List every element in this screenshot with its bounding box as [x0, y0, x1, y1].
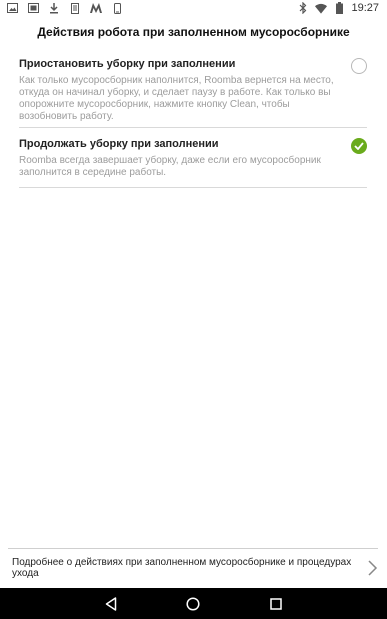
status-time: 19:27 [351, 2, 379, 14]
m-logo-icon [90, 2, 102, 14]
gallery-icon [27, 2, 39, 14]
battery-icon [333, 2, 345, 14]
page-title: Действия робота при заполненном мусоросб… [37, 25, 350, 39]
learn-more-text: Подробнее о действиях при заполненном му… [12, 557, 352, 579]
learn-more-link[interactable]: Подробнее о действиях при заполненном му… [8, 552, 380, 584]
chevron-right-icon [366, 560, 378, 576]
download-icon [48, 2, 60, 14]
option-description: Как только мусоросборник наполнится, Roo… [19, 75, 334, 122]
option-continue-when-full[interactable]: Продолжать уборку при заполнении Roomba … [19, 136, 367, 188]
mobile-icon [111, 2, 123, 14]
checkmark-selected-icon[interactable] [351, 138, 367, 154]
home-icon[interactable] [185, 596, 201, 612]
option-title: Приостановить уборку при заполнении [19, 58, 236, 70]
footer-divider [8, 548, 378, 549]
recents-icon[interactable] [268, 596, 284, 612]
status-bar: 19:27 [0, 0, 387, 18]
document-icon [69, 2, 81, 14]
radio-unchecked-icon[interactable] [351, 58, 367, 74]
wifi-icon [315, 2, 328, 14]
option-pause-when-full[interactable]: Приостановить уборку при заполнении Как … [19, 56, 367, 128]
back-icon[interactable] [103, 596, 119, 612]
option-title: Продолжать уборку при заполнении [19, 138, 219, 150]
navigation-bar [0, 588, 387, 619]
bluetooth-icon [297, 2, 309, 14]
image-icon [6, 2, 18, 14]
option-description: Roomba всегда завершает уборку, даже есл… [19, 155, 321, 178]
